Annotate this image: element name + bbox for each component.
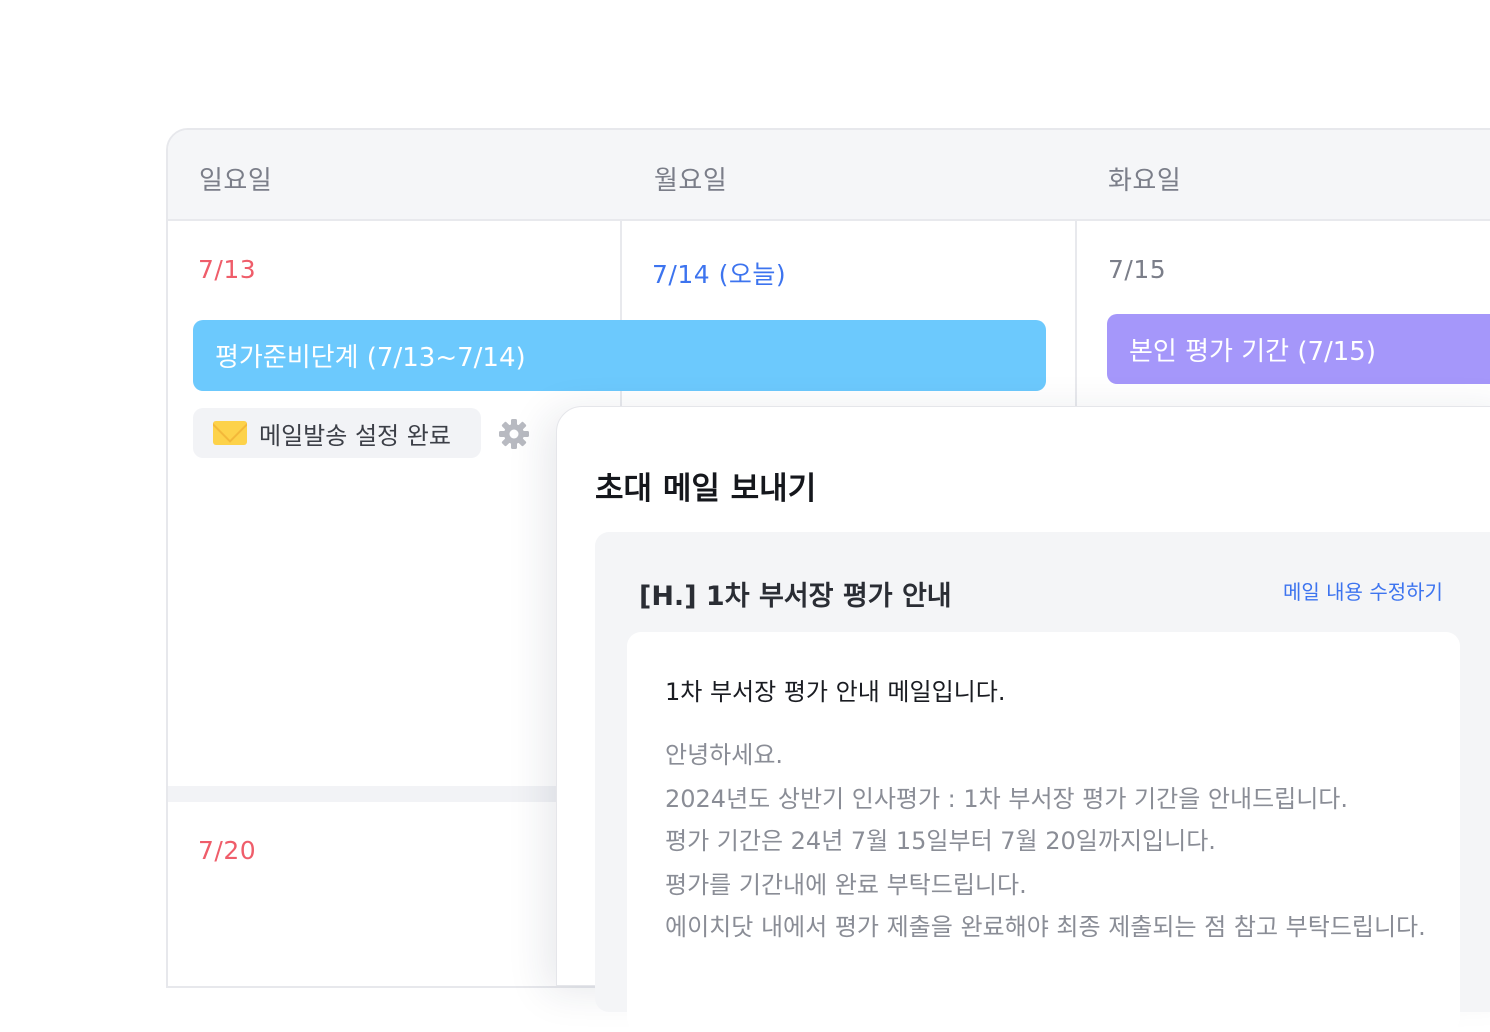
event-label: 평가준비단계 (7/13~7/14) — [215, 343, 526, 373]
mail-body-line: 2024년도 상반기 인사평가 : 1차 부서장 평가 기간을 안내드립니다. — [665, 785, 1349, 813]
mail-setting-chip[interactable]: 메일발송 설정 완료 — [193, 408, 481, 458]
mail-body: 1차 부서장 평가 안내 메일입니다. 안녕하세요. 2024년도 상반기 인사… — [627, 632, 1460, 1032]
mail-body-line: 안녕하세요. — [665, 741, 784, 769]
edit-mail-link[interactable]: 메일 내용 수정하기 — [1283, 576, 1443, 605]
mail-body-heading: 1차 부서장 평가 안내 메일입니다. — [665, 678, 1006, 706]
mail-subject: [H.] 1차 부서장 평가 안내 — [639, 581, 952, 612]
mail-preview-panel: [H.] 1차 부서장 평가 안내 메일 내용 수정하기 1차 부서장 평가 안… — [595, 532, 1490, 1032]
invite-mail-modal: 초대 메일 보내기 [H.] 1차 부서장 평가 안내 메일 내용 수정하기 1… — [556, 406, 1490, 1032]
event-self-evaluation[interactable]: 본인 평가 기간 (7/15) — [1107, 314, 1490, 384]
day-name-sunday: 일요일 — [199, 166, 273, 196]
event-label: 본인 평가 기간 (7/15) — [1129, 336, 1376, 367]
day-name-monday: 월요일 — [654, 166, 728, 196]
envelope-icon — [213, 421, 247, 445]
modal-title: 초대 메일 보내기 — [595, 471, 817, 507]
mail-body-line: 평가 기간은 24년 7월 15일부터 7월 20일까지입니다. — [665, 827, 1216, 855]
mail-body-line: 평가를 기간내에 완료 부탁드립니다. — [665, 871, 1027, 899]
day-name-tuesday: 화요일 — [1108, 166, 1182, 196]
mail-body-line: 에이치닷 내에서 평가 제출을 완료해야 최종 제출되는 점 참고 부탁드립니다… — [665, 913, 1426, 941]
event-evaluation-prep[interactable]: 평가준비단계 (7/13~7/14) — [193, 320, 1046, 391]
date-next-sunday[interactable]: 7/20 — [198, 836, 256, 865]
date-sunday[interactable]: 7/13 — [198, 255, 256, 284]
mail-setting-label: 메일발송 설정 완료 — [259, 421, 451, 450]
date-today[interactable]: 7/14 (오늘) — [652, 255, 786, 291]
calendar-header: 일요일 월요일 화요일 — [168, 130, 1490, 221]
gear-icon[interactable] — [498, 418, 530, 450]
column-divider — [1075, 221, 1077, 409]
date-tuesday[interactable]: 7/15 — [1108, 255, 1166, 284]
